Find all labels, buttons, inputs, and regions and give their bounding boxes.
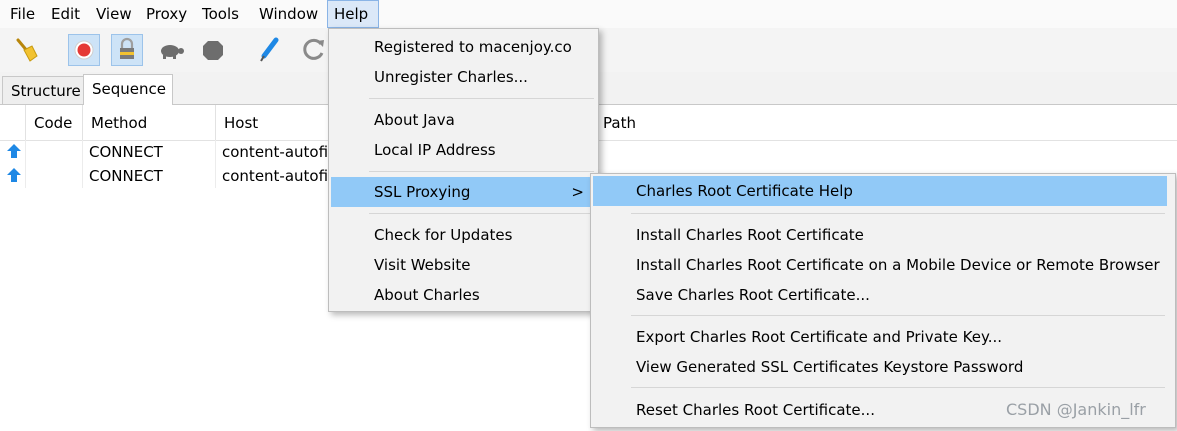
turtle-icon[interactable] [155,34,187,66]
menu-item-visit-website[interactable]: Visit Website [329,250,598,280]
chevron-right-icon: > [571,183,584,201]
menu-item-label: SSL Proxying [374,183,471,201]
menu-item-root-cert-help[interactable]: Charles Root Certificate Help [593,176,1167,206]
ssl-lock-icon[interactable] [111,34,143,66]
menu-item-check-updates[interactable]: Check for Updates [329,220,598,250]
column-code[interactable]: Code [25,105,82,140]
help-menu: Registered to macenjoy.co Unregister Cha… [328,28,599,312]
menu-tools[interactable]: Tools [196,0,245,28]
cell-host: content-autofi [222,143,328,161]
pen-icon[interactable] [254,34,286,66]
watermark: CSDN @Jankin_lfr [1006,400,1146,419]
cell-host: content-autofi [222,167,328,185]
menu-view[interactable]: View [90,0,138,28]
tab-sequence[interactable]: Sequence [83,74,173,105]
menu-item-install-mobile[interactable]: Install Charles Root Certificate on a Mo… [591,250,1175,280]
menu-item-registered[interactable]: Registered to macenjoy.co [329,32,598,62]
menu-item-ssl-proxying[interactable]: SSL Proxying > [331,177,596,207]
stop-icon[interactable] [197,34,229,66]
menu-item-export-cert-key[interactable]: Export Charles Root Certificate and Priv… [591,322,1175,352]
menu-separator [369,98,594,99]
menu-separator [631,387,1165,388]
menu-item-about-java[interactable]: About Java [329,105,598,135]
column-method[interactable]: Method [82,105,215,140]
column-path[interactable]: Path [594,105,1177,140]
upload-arrow-icon [6,164,26,188]
menu-item-unregister[interactable]: Unregister Charles... [329,62,598,92]
broom-icon[interactable] [10,34,42,66]
menu-proxy[interactable]: Proxy [140,0,193,28]
menu-item-view-keystore-password[interactable]: View Generated SSL Certificates Keystore… [591,352,1175,382]
menu-item-local-ip[interactable]: Local IP Address [329,135,598,165]
menu-item-about-charles[interactable]: About Charles [329,280,598,310]
menu-edit[interactable]: Edit [45,0,86,28]
tab-structure[interactable]: Structure [2,76,84,104]
menu-separator [369,213,594,214]
menu-file[interactable]: File [4,0,41,28]
menu-bar: File Edit View Proxy Tools Window Help [0,0,1177,29]
menu-window[interactable]: Window [253,0,324,28]
menu-separator [631,213,1165,214]
cell-method: CONNECT [89,143,163,161]
cell-code [34,164,80,188]
cell-method: CONNECT [89,167,163,185]
upload-arrow-icon [6,140,26,164]
refresh-icon[interactable] [297,34,329,66]
menu-help[interactable]: Help [327,0,379,28]
menu-separator [369,171,594,172]
menu-item-install-root-cert[interactable]: Install Charles Root Certificate [591,220,1175,250]
record-icon[interactable] [68,34,100,66]
cell-code [34,140,80,164]
ssl-proxying-submenu: Charles Root Certificate Help Install Ch… [590,173,1176,428]
menu-item-save-root-cert[interactable]: Save Charles Root Certificate... [591,280,1175,310]
menu-separator [631,315,1165,316]
